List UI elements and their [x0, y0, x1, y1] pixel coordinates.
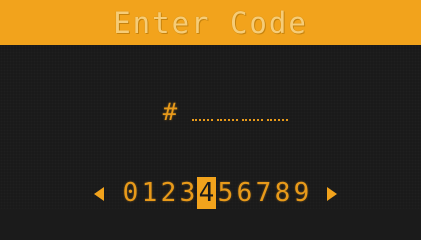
digit-option[interactable]: 6: [235, 177, 254, 209]
digit-option[interactable]: 0: [121, 177, 140, 209]
digit-selected[interactable]: 4: [197, 177, 216, 209]
digit-option[interactable]: 7: [254, 177, 273, 209]
code-entry-screen: Enter Code # 0123456789: [0, 0, 421, 209]
code-slot: [217, 117, 238, 121]
code-slot: [267, 117, 288, 121]
page-title: Enter Code: [113, 5, 308, 40]
title-bar: Enter Code: [0, 0, 421, 45]
digit-option[interactable]: 2: [159, 177, 178, 209]
digit-picker[interactable]: 0123456789: [0, 177, 421, 209]
code-entry-row: #: [160, 94, 288, 130]
digit-option[interactable]: 8: [273, 177, 292, 209]
arrow-right-icon[interactable]: [327, 187, 337, 201]
digit-option[interactable]: 3: [178, 177, 197, 209]
digit-list: 0123456789: [121, 177, 311, 209]
code-slot: [192, 117, 213, 121]
code-slots: [192, 117, 288, 121]
digit-option[interactable]: 1: [140, 177, 159, 209]
arrow-left-icon[interactable]: [94, 187, 104, 201]
digit-option[interactable]: 9: [292, 177, 311, 209]
digit-option[interactable]: 5: [216, 177, 235, 209]
code-slot: [242, 117, 263, 121]
code-prefix: #: [162, 98, 178, 126]
